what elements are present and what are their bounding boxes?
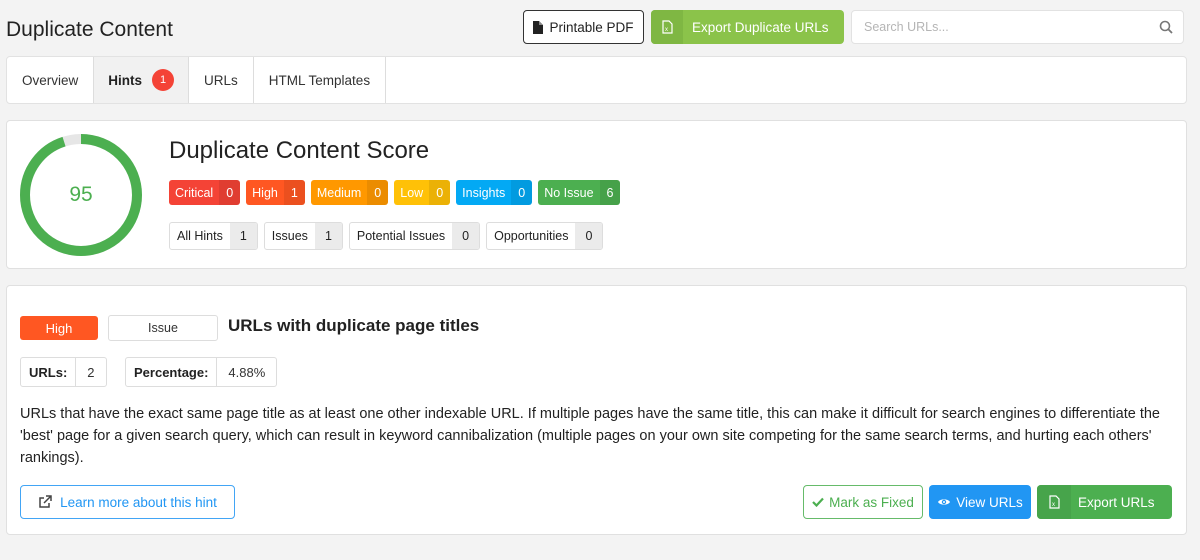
hint-percentage-stat: Percentage: 4.88% bbox=[125, 357, 278, 387]
tab-html-templates[interactable]: HTML Templates bbox=[254, 57, 387, 103]
svg-text:x: x bbox=[665, 27, 668, 33]
type-all-hints-count: 1 bbox=[229, 223, 257, 249]
severity-insights-label: Insights bbox=[462, 185, 506, 200]
search-input[interactable] bbox=[852, 11, 1142, 43]
hint-percentage-value: 4.88% bbox=[228, 364, 266, 380]
export-urls-button[interactable]: x Export URLs bbox=[1037, 485, 1172, 519]
type-issues[interactable]: Issues 1 bbox=[263, 222, 343, 250]
external-link-icon bbox=[39, 495, 52, 508]
type-opportunities-count: 0 bbox=[575, 223, 603, 249]
hint-description: URLs that have the exact same page title… bbox=[20, 406, 1160, 466]
export-urls-label: Export URLs bbox=[1078, 494, 1155, 510]
hint-urls-value: 2 bbox=[87, 364, 95, 380]
printable-pdf-button[interactable]: Printable PDF bbox=[523, 10, 644, 44]
tab-overview-label: Overview bbox=[22, 72, 79, 88]
severity-no-issue[interactable]: No Issue 6 bbox=[538, 180, 621, 205]
severity-critical-label: Critical bbox=[175, 185, 214, 200]
severity-medium-label: Medium bbox=[316, 185, 362, 200]
excel-file-icon: x bbox=[1048, 495, 1060, 509]
severity-insights[interactable]: Insights 0 bbox=[456, 180, 533, 205]
hint-card: High Issue URLs with duplicate page titl… bbox=[6, 285, 1187, 535]
mark-as-fixed-label: Mark as Fixed bbox=[829, 494, 914, 510]
type-opportunities-label: Opportunities bbox=[494, 229, 569, 243]
type-potential-issues-count: 0 bbox=[452, 223, 480, 249]
excel-file-icon: x bbox=[661, 20, 673, 34]
export-duplicate-urls-label: Export Duplicate URLs bbox=[692, 19, 829, 35]
page-title: Duplicate Content bbox=[6, 18, 173, 41]
svg-text:x: x bbox=[1052, 502, 1055, 508]
severity-high-label: High bbox=[252, 185, 278, 200]
severity-no-issue-label: No Issue bbox=[544, 185, 594, 200]
severity-low-count: 0 bbox=[429, 180, 451, 205]
severity-medium-count: 0 bbox=[367, 180, 389, 205]
hints-count-badge: 1 bbox=[152, 69, 175, 91]
severity-low[interactable]: Low 0 bbox=[394, 180, 451, 205]
hint-title: URLs with duplicate page titles bbox=[228, 316, 480, 335]
type-all-hints-label: All Hints bbox=[177, 229, 223, 243]
file-icon bbox=[533, 20, 544, 34]
score-value: 95 bbox=[69, 183, 93, 206]
score-card: 95 Duplicate Content Score Critical 0 Hi… bbox=[6, 120, 1187, 269]
hint-urls-label: URLs: bbox=[21, 358, 77, 386]
search-box bbox=[851, 10, 1184, 44]
tab-urls[interactable]: URLs bbox=[189, 57, 254, 103]
severity-low-label: Low bbox=[400, 185, 424, 200]
type-all-hints[interactable]: All Hints 1 bbox=[169, 222, 258, 250]
tab-hints[interactable]: Hints 1 bbox=[94, 57, 190, 103]
tab-overview[interactable]: Overview bbox=[7, 57, 95, 103]
tab-bar: Overview Hints 1 URLs HTML Templates bbox=[6, 56, 1187, 104]
view-urls-label: View URLs bbox=[956, 494, 1023, 510]
severity-no-issue-count: 6 bbox=[599, 180, 621, 205]
severity-insights-count: 0 bbox=[511, 180, 533, 205]
tab-hints-label: Hints bbox=[108, 72, 143, 88]
eye-icon bbox=[938, 499, 951, 505]
hint-priority-badge: High bbox=[20, 316, 98, 340]
severity-medium[interactable]: Medium 0 bbox=[310, 180, 389, 205]
type-potential-issues-label: Potential Issues bbox=[356, 229, 446, 243]
severity-high[interactable]: High 1 bbox=[246, 180, 305, 205]
hint-type-badge: Issue bbox=[108, 315, 218, 341]
hint-percentage-label: Percentage: bbox=[126, 358, 218, 386]
severity-critical-count: 0 bbox=[219, 180, 241, 205]
type-issues-label: Issues bbox=[271, 229, 308, 243]
view-urls-button[interactable]: View URLs bbox=[929, 485, 1031, 519]
severity-filters: Critical 0 High 1 Medium 0 Low 0 Insight… bbox=[169, 180, 621, 205]
type-filters: All Hints 1 Issues 1 Potential Issues 0 … bbox=[169, 222, 604, 250]
severity-high-count: 1 bbox=[283, 180, 305, 205]
learn-more-button[interactable]: Learn more about this hint bbox=[20, 485, 235, 519]
type-issues-count: 1 bbox=[314, 223, 342, 249]
search-icon[interactable] bbox=[1159, 20, 1173, 34]
check-icon bbox=[812, 497, 824, 507]
type-opportunities[interactable]: Opportunities 0 bbox=[486, 222, 604, 250]
severity-critical[interactable]: Critical 0 bbox=[169, 180, 241, 205]
hint-urls-stat: URLs: 2 bbox=[20, 357, 107, 387]
tab-html-templates-label: HTML Templates bbox=[268, 72, 371, 88]
export-duplicate-urls-button[interactable]: x Export Duplicate URLs bbox=[651, 10, 844, 44]
printable-pdf-label: Printable PDF bbox=[549, 19, 634, 35]
tab-urls-label: URLs bbox=[204, 72, 238, 88]
mark-as-fixed-button[interactable]: Mark as Fixed bbox=[803, 485, 923, 519]
learn-more-label: Learn more about this hint bbox=[60, 494, 217, 510]
score-title: Duplicate Content Score bbox=[169, 137, 430, 164]
type-potential-issues[interactable]: Potential Issues 0 bbox=[348, 222, 481, 250]
